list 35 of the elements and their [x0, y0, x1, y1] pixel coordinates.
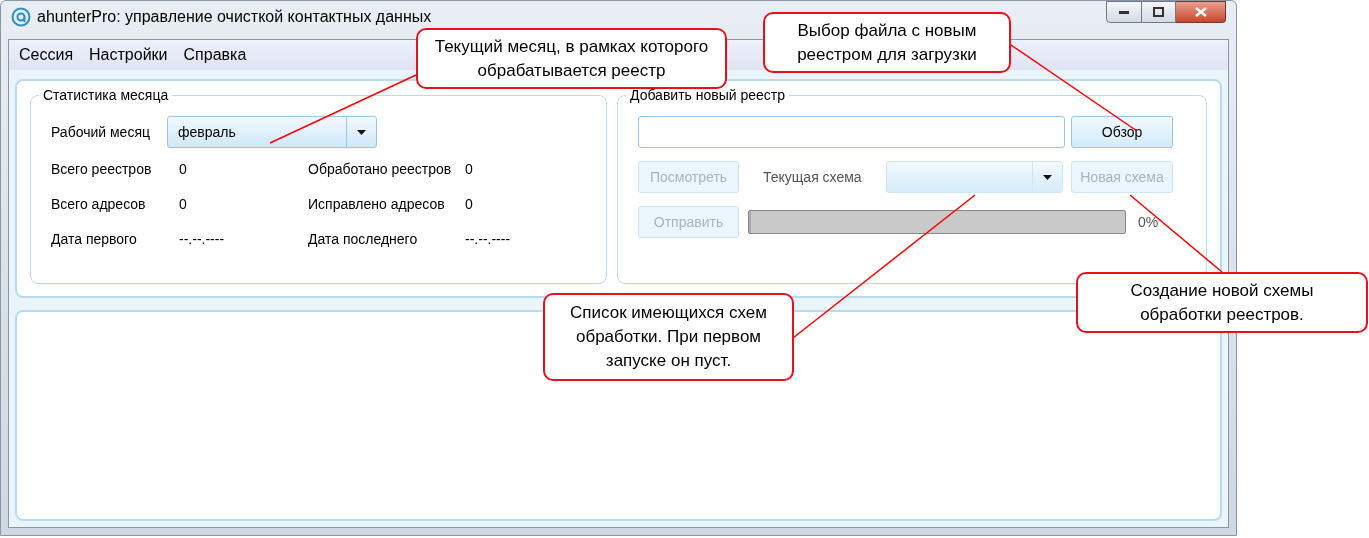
stat-label: Всего реестров [51, 160, 153, 178]
maximize-icon [1153, 7, 1164, 17]
stat-value: 0 [179, 160, 188, 178]
caret-icon [1043, 174, 1052, 180]
callout: Выбор файла с новым реестром для загрузки [763, 12, 1011, 73]
stat-value: 0 [465, 160, 474, 178]
stat-value: --.--.---- [179, 230, 226, 248]
callout: Список имеющихся схем обработки. При первом запуске он пуст. [543, 293, 794, 381]
close-button[interactable] [1176, 1, 1226, 23]
caret-icon [357, 129, 366, 135]
stat-label: Обработано реестров [308, 160, 453, 178]
menu-item[interactable]: Справка [183, 43, 247, 67]
stat-label: Исправлено адресов [308, 195, 446, 213]
callout: Текущий месяц, в рамках которого обрабатывается реестр [416, 28, 727, 89]
progress-reading: 0% [1138, 212, 1159, 232]
stat-value: 0 [465, 195, 474, 213]
stat-label: Дата первого [51, 230, 138, 248]
maximize-button[interactable] [1142, 1, 1176, 23]
month-dropdown[interactable]: февраль [167, 116, 377, 148]
stat-value: 0 [179, 195, 188, 213]
stat-label: Дата последнего [308, 230, 419, 248]
scheme-label: Текущая схема [763, 167, 863, 187]
minimize-icon [1119, 10, 1129, 14]
minimize-button[interactable] [1106, 1, 1142, 23]
stat-label: Всего адресов [51, 195, 147, 213]
menu-item[interactable]: Настройки [89, 43, 168, 67]
stat-value: --.--.---- [465, 230, 512, 248]
menu-item[interactable]: Сессия [19, 43, 74, 67]
browse-button[interactable]: Обзор [1071, 116, 1173, 148]
field-label: Рабочий месяц [51, 122, 151, 142]
file-path-field[interactable] [638, 116, 1065, 148]
close-icon [1194, 7, 1207, 17]
window-title: ahunterPro: управление очисткой контактных данных [37, 7, 432, 27]
app-logo-icon [11, 7, 31, 27]
callout: Создание новой схемы обработки реестров. [1076, 272, 1368, 333]
